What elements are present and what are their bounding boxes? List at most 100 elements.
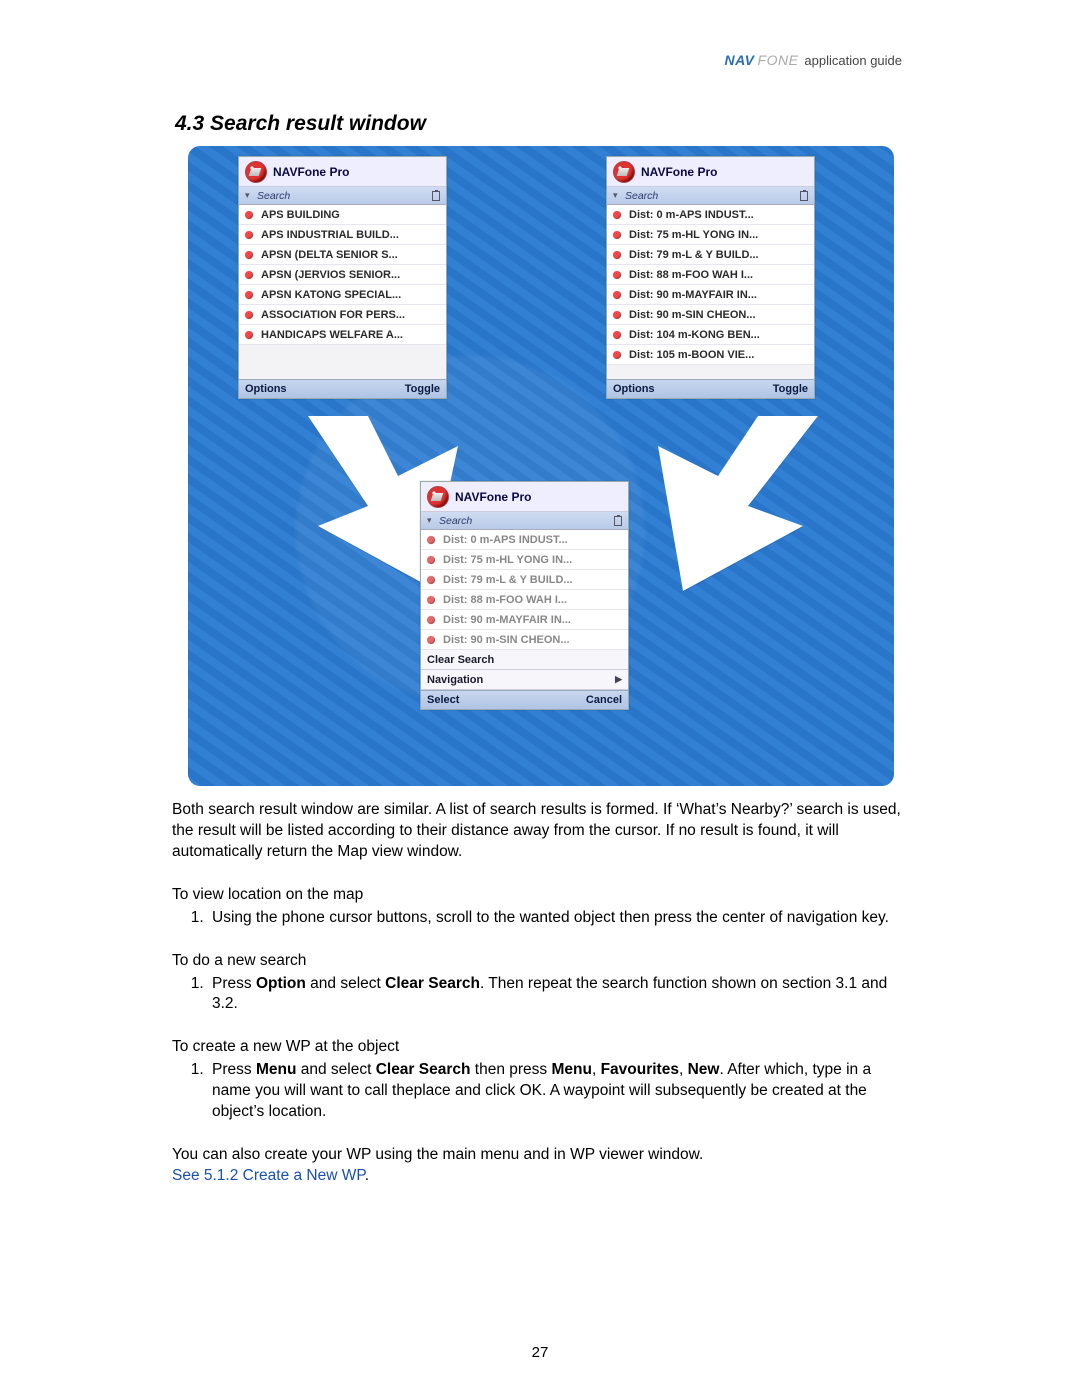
list-item[interactable]: Dist: 88 m-FOO WAH I... (607, 265, 814, 285)
bullet-icon (245, 211, 253, 219)
phone-subheader: ▾ Search (421, 512, 628, 530)
list-item[interactable]: Dist: 88 m-FOO WAH I... (421, 590, 628, 610)
signal-icon: ▾ (245, 190, 255, 201)
bullet-icon (613, 211, 621, 219)
brand-fone-text: FONE (758, 52, 799, 68)
bullet-icon (245, 331, 253, 339)
header-subtitle: application guide (804, 53, 902, 68)
bullet-icon (613, 251, 621, 259)
list-item-label: Dist: 88 m-FOO WAH I... (443, 594, 567, 606)
list-item-label: Dist: 79 m-L & Y BUILD... (443, 574, 573, 586)
text-run: Press (212, 975, 256, 992)
bullet-icon (613, 291, 621, 299)
signal-icon: ▾ (613, 190, 623, 201)
list-item[interactable]: APS BUILDING (239, 205, 446, 225)
app-title: NAVFone Pro (273, 165, 349, 179)
menu-item-label: Clear Search (427, 654, 494, 666)
figure-container: NAVFone Pro ▾ Search APS BUILDING APS IN… (188, 146, 894, 786)
softkey-bar: Options Toggle (239, 379, 446, 398)
softkey-bar: Options Toggle (607, 379, 814, 398)
text-run: then press (470, 1061, 551, 1078)
section-heading: 4.3 Search result window (175, 112, 910, 136)
battery-icon (614, 516, 622, 526)
bullet-icon (427, 636, 435, 644)
list-item[interactable]: APSN (DELTA SENIOR S... (239, 245, 446, 265)
bold-text: Clear Search (376, 1061, 471, 1078)
softkey-bar: Select Cancel (421, 690, 628, 709)
list-item-label: Dist: 90 m-SIN CHEON... (629, 309, 756, 321)
softkey-left[interactable]: Options (245, 383, 287, 395)
app-logo-icon (613, 161, 635, 183)
list-item-label: HANDICAPS WELFARE A... (261, 329, 403, 341)
cross-ref-link[interactable]: See 5.1.2 Create a New WP (172, 1167, 365, 1184)
bullet-icon (613, 231, 621, 239)
paragraph: Both search result window are similar. A… (172, 800, 910, 863)
bold-text: Menu (551, 1061, 591, 1078)
softkey-right[interactable]: Toggle (773, 383, 808, 395)
list-item[interactable]: Dist: 75 m-HL YONG IN... (421, 550, 628, 570)
list-item[interactable]: APS INDUSTRIAL BUILD... (239, 225, 446, 245)
screen-label: Search (623, 190, 800, 202)
list-item[interactable]: Dist: 75 m-HL YONG IN... (607, 225, 814, 245)
list-item[interactable]: APSN KATONG SPECIAL... (239, 285, 446, 305)
phone-spacer (239, 345, 446, 379)
app-title: NAVFone Pro (641, 165, 717, 179)
list-item[interactable]: Dist: 79 m-L & Y BUILD... (421, 570, 628, 590)
bullet-icon (613, 351, 621, 359)
text-run: and select (306, 975, 385, 992)
document-header: NAVFONE application guide (725, 52, 903, 68)
softkey-left[interactable]: Options (613, 383, 655, 395)
list-item-label: APSN (JERVIOS SENIOR... (261, 269, 400, 281)
phone-subheader: ▾ Search (607, 187, 814, 205)
list-item[interactable]: Dist: 105 m-BOON VIE... (607, 345, 814, 365)
ordered-list: Using the phone cursor buttons, scroll t… (208, 908, 910, 929)
text-run: . (365, 1167, 369, 1184)
list-item-label: Dist: 90 m-MAYFAIR IN... (629, 289, 757, 301)
list-item[interactable]: Dist: 0 m-APS INDUST... (607, 205, 814, 225)
list-item[interactable]: Dist: 90 m-MAYFAIR IN... (607, 285, 814, 305)
list-item[interactable]: Dist: 90 m-MAYFAIR IN... (421, 610, 628, 630)
bullet-icon (427, 616, 435, 624)
list-item-label: Dist: 90 m-MAYFAIR IN... (443, 614, 571, 626)
softkey-right[interactable]: Toggle (405, 383, 440, 395)
softkey-left[interactable]: Select (427, 694, 459, 706)
menu-item-navigation[interactable]: Navigation▶ (421, 670, 628, 690)
list-item[interactable]: Dist: 79 m-L & Y BUILD... (607, 245, 814, 265)
bold-text: Menu (256, 1061, 296, 1078)
menu-item-clear-search[interactable]: Clear Search (421, 650, 628, 670)
list-item[interactable]: Dist: 104 m-KONG BEN... (607, 325, 814, 345)
list-item-label: APSN KATONG SPECIAL... (261, 289, 401, 301)
bullet-icon (427, 596, 435, 604)
list-item-label: Dist: 75 m-HL YONG IN... (629, 229, 758, 241)
phone-spacer (607, 365, 814, 379)
list-item[interactable]: Dist: 0 m-APS INDUST... (421, 530, 628, 550)
text-run: Press (212, 1061, 256, 1078)
ordered-list: Press Option and select Clear Search. Th… (208, 974, 910, 1016)
list-item[interactable]: Dist: 90 m-SIN CHEON... (607, 305, 814, 325)
list-item[interactable]: APSN (JERVIOS SENIOR... (239, 265, 446, 285)
chevron-right-icon: ▶ (615, 674, 622, 685)
body-text: Both search result window are similar. A… (172, 800, 910, 1187)
app-title: NAVFone Pro (455, 490, 531, 504)
arrow-down-left-icon (618, 416, 818, 606)
softkey-right[interactable]: Cancel (586, 694, 622, 706)
signal-icon: ▾ (427, 515, 437, 526)
list-item-label: Dist: 88 m-FOO WAH I... (629, 269, 753, 281)
list-item-label: Dist: 75 m-HL YONG IN... (443, 554, 572, 566)
result-list: Dist: 0 m-APS INDUST... Dist: 75 m-HL YO… (421, 530, 628, 690)
list-item: Press Menu and select Clear Search then … (208, 1060, 910, 1123)
subheading: To do a new search (172, 951, 910, 972)
phone-subheader: ▾ Search (239, 187, 446, 205)
bullet-icon (245, 271, 253, 279)
result-list: APS BUILDING APS INDUSTRIAL BUILD... APS… (239, 205, 446, 345)
ordered-list: Press Menu and select Clear Search then … (208, 1060, 910, 1123)
bullet-icon (245, 231, 253, 239)
list-item[interactable]: Dist: 90 m-SIN CHEON... (421, 630, 628, 650)
text-run: and select (296, 1061, 375, 1078)
bullet-icon (613, 271, 621, 279)
list-item[interactable]: ASSOCIATION FOR PERS... (239, 305, 446, 325)
phone-screenshot-bottom: NAVFone Pro ▾ Search Dist: 0 m-APS INDUS… (420, 481, 629, 710)
screen-label: Search (437, 515, 614, 527)
list-item[interactable]: HANDICAPS WELFARE A... (239, 325, 446, 345)
list-item-label: Dist: 90 m-SIN CHEON... (443, 634, 570, 646)
